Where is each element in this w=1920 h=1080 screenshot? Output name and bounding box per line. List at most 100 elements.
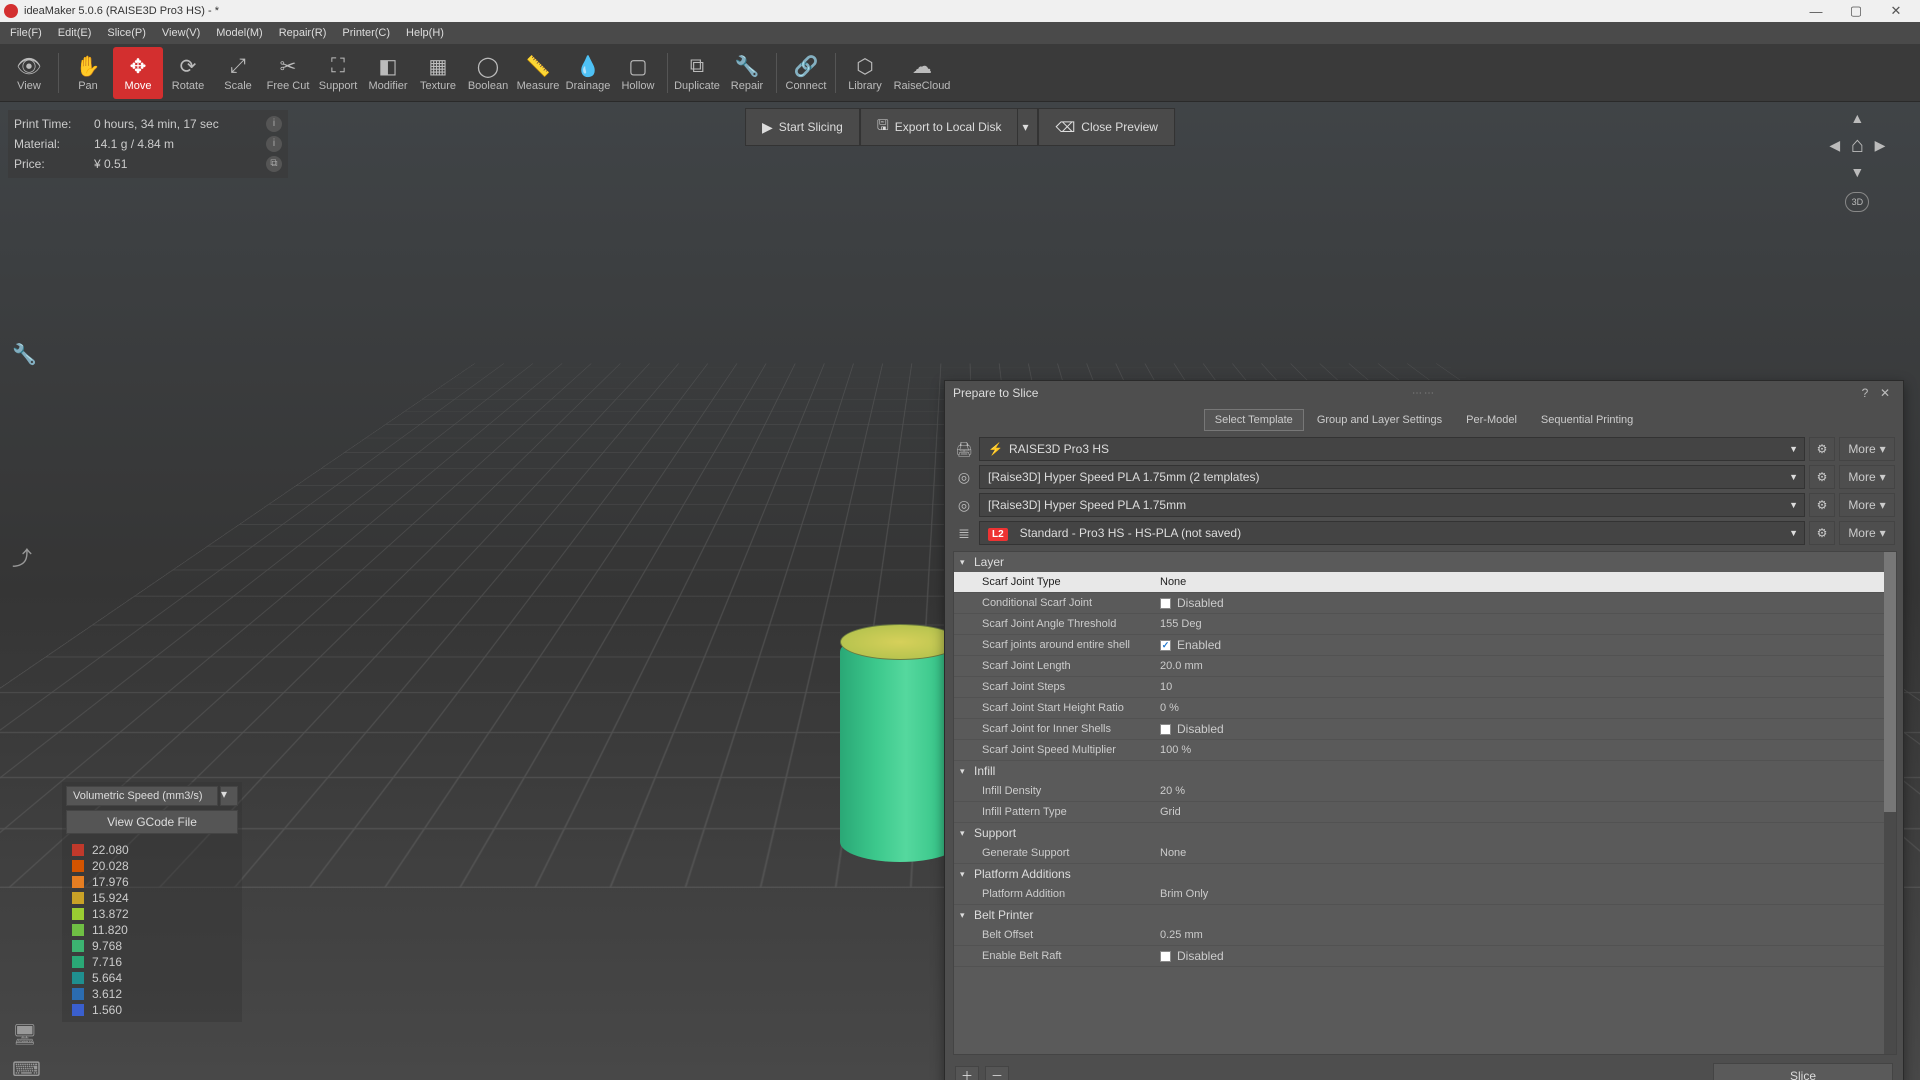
row-scarf-start-height[interactable]: Scarf Joint Start Height Ratio0 %: [954, 698, 1896, 719]
profile-settings-button[interactable]: ⚙: [1809, 521, 1835, 545]
tool-raisecloud[interactable]: ☁RaiseCloud: [890, 47, 954, 99]
printer-settings-button[interactable]: ⚙: [1809, 437, 1835, 461]
tool-duplicate[interactable]: ⧉Duplicate: [672, 47, 722, 99]
row-enable-belt-raft[interactable]: Enable Belt RaftDisabled: [954, 946, 1896, 967]
start-slicing-button[interactable]: ▶ Start Slicing: [745, 108, 860, 146]
profile-more-button[interactable]: More▾: [1839, 521, 1895, 545]
tab-per-model[interactable]: Per-Model: [1455, 409, 1528, 431]
row-infill-pattern[interactable]: Infill Pattern TypeGrid: [954, 802, 1896, 823]
row-scarf-steps[interactable]: Scarf Joint Steps10: [954, 677, 1896, 698]
dialog-close-button[interactable]: ✕: [1875, 386, 1895, 400]
group-platform[interactable]: ▾Platform Additions: [954, 864, 1896, 884]
printer-more-button[interactable]: More▾: [1839, 437, 1895, 461]
upload-icon[interactable]: ⤴: [12, 542, 36, 566]
nav-up-icon[interactable]: ▲: [1847, 108, 1867, 128]
nav-down-icon[interactable]: ▼: [1847, 162, 1867, 182]
scrollbar-track[interactable]: [1884, 552, 1896, 1054]
material-settings-button[interactable]: ⚙: [1809, 465, 1835, 489]
group-belt[interactable]: ▾Belt Printer: [954, 905, 1896, 925]
tab-sequential-printing[interactable]: Sequential Printing: [1530, 409, 1644, 431]
scrollbar-thumb[interactable]: [1884, 552, 1896, 812]
tool-measure[interactable]: 📏Measure: [513, 47, 563, 99]
legend-dropdown-icon[interactable]: ▾: [220, 786, 238, 806]
tool-drainage[interactable]: 💧Drainage: [563, 47, 613, 99]
checkbox-icon[interactable]: ✓: [1160, 640, 1171, 651]
tool-modifier[interactable]: ◧Modifier: [363, 47, 413, 99]
close-preview-button[interactable]: ⌫ Close Preview: [1038, 108, 1175, 146]
tool-library[interactable]: ⬡Library: [840, 47, 890, 99]
export-dropdown-button[interactable]: ▾: [1018, 108, 1038, 146]
group-support[interactable]: ▾Support: [954, 823, 1896, 843]
drag-handle-icon[interactable]: ⋯⋯: [1412, 388, 1436, 399]
group-layer[interactable]: ▾Layer: [954, 552, 1896, 572]
row-scarf-joint-type[interactable]: Scarf Joint TypeNone: [954, 572, 1896, 593]
wrench-icon[interactable]: 🔧: [12, 342, 36, 366]
legend-mode-select[interactable]: Volumetric Speed (mm3/s): [66, 786, 218, 806]
3d-viewport[interactable]: Print Time: 0 hours, 34 min, 17 sec i Ma…: [0, 102, 1920, 1080]
home-icon[interactable]: ⌂: [1851, 132, 1864, 158]
add-setting-button[interactable]: ＋: [955, 1066, 979, 1080]
tool-pan[interactable]: ✋Pan: [63, 47, 113, 99]
menu-file[interactable]: File(F): [2, 25, 50, 41]
row-scarf-around-shell[interactable]: Scarf joints around entire shell✓Enabled: [954, 635, 1896, 656]
row-belt-offset[interactable]: Belt Offset0.25 mm: [954, 925, 1896, 946]
dialog-help-button[interactable]: ?: [1855, 386, 1875, 400]
tool-rotate[interactable]: ⟳Rotate: [163, 47, 213, 99]
settings-tree[interactable]: ▾Layer Scarf Joint TypeNone Conditional …: [953, 551, 1897, 1055]
info-icon[interactable]: i: [266, 136, 282, 152]
row-generate-support[interactable]: Generate SupportNone: [954, 843, 1896, 864]
tool-boolean[interactable]: ◯Boolean: [463, 47, 513, 99]
tool-support[interactable]: ⛶Support: [313, 47, 363, 99]
tool-connect[interactable]: 🔗Connect: [781, 47, 831, 99]
close-button[interactable]: ✕: [1876, 3, 1916, 19]
slice-button[interactable]: Slice: [1713, 1063, 1893, 1080]
row-infill-density[interactable]: Infill Density20 %: [954, 781, 1896, 802]
menu-model[interactable]: Model(M): [208, 25, 270, 41]
tool-texture[interactable]: ▦Texture: [413, 47, 463, 99]
device-icon[interactable]: 🖥: [12, 1022, 36, 1046]
tab-group-and-layer-settings[interactable]: Group and Layer Settings: [1306, 409, 1453, 431]
row-scarf-inner-shells[interactable]: Scarf Joint for Inner ShellsDisabled: [954, 719, 1896, 740]
printer-select[interactable]: ⚡ RAISE3D Pro3 HS ▼: [979, 437, 1805, 461]
menu-view[interactable]: View(V): [154, 25, 208, 41]
group-infill[interactable]: ▾Infill: [954, 761, 1896, 781]
dialog-titlebar[interactable]: Prepare to Slice ⋯⋯ ? ✕: [945, 381, 1903, 405]
tool-repair[interactable]: 🔧Repair: [722, 47, 772, 99]
tool-scale[interactable]: ⤢Scale: [213, 47, 263, 99]
material2-select[interactable]: [Raise3D] Hyper Speed PLA 1.75mm ▼: [979, 493, 1805, 517]
tool-freecut[interactable]: ✂Free Cut: [263, 47, 313, 99]
export-button[interactable]: 🖫 Export to Local Disk: [860, 108, 1019, 146]
menu-help[interactable]: Help(H): [398, 25, 452, 41]
tab-select-template[interactable]: Select Template: [1204, 409, 1304, 431]
row-scarf-speed-mult[interactable]: Scarf Joint Speed Multiplier100 %: [954, 740, 1896, 761]
checkbox-icon[interactable]: [1160, 724, 1171, 735]
menu-repair[interactable]: Repair(R): [271, 25, 335, 41]
nav-left-icon[interactable]: ◀: [1825, 135, 1845, 155]
material-more-button[interactable]: More▾: [1839, 465, 1895, 489]
nav-right-icon[interactable]: ▶: [1870, 135, 1890, 155]
checkbox-icon[interactable]: [1160, 951, 1171, 962]
menu-slice[interactable]: Slice(P): [99, 25, 154, 41]
3d-toggle-icon[interactable]: 3D: [1845, 192, 1869, 212]
tool-move[interactable]: ✥Move: [113, 47, 163, 99]
minimize-button[interactable]: —: [1796, 4, 1836, 19]
remove-setting-button[interactable]: －: [985, 1066, 1009, 1080]
tool-hollow[interactable]: ▢Hollow: [613, 47, 663, 99]
view-gcode-button[interactable]: View GCode File: [66, 810, 238, 834]
info-icon[interactable]: i: [266, 116, 282, 132]
material2-more-button[interactable]: More▾: [1839, 493, 1895, 517]
profile-select[interactable]: L2 Standard - Pro3 HS - HS-PLA (not save…: [979, 521, 1805, 545]
copy-icon[interactable]: ⧉: [266, 156, 282, 172]
maximize-button[interactable]: ▢: [1836, 3, 1876, 19]
checkbox-icon[interactable]: [1160, 598, 1171, 609]
row-platform-addition[interactable]: Platform AdditionBrim Only: [954, 884, 1896, 905]
row-conditional-scarf[interactable]: Conditional Scarf JointDisabled: [954, 593, 1896, 614]
tool-view[interactable]: 👁View: [4, 47, 54, 99]
material-select[interactable]: [Raise3D] Hyper Speed PLA 1.75mm (2 temp…: [979, 465, 1805, 489]
row-scarf-length[interactable]: Scarf Joint Length20.0 mm: [954, 656, 1896, 677]
keyboard-icon[interactable]: ⌨: [12, 1057, 36, 1080]
menu-edit[interactable]: Edit(E): [50, 25, 100, 41]
material2-settings-button[interactable]: ⚙: [1809, 493, 1835, 517]
menu-printer[interactable]: Printer(C): [334, 25, 398, 41]
row-scarf-angle[interactable]: Scarf Joint Angle Threshold155 Deg: [954, 614, 1896, 635]
